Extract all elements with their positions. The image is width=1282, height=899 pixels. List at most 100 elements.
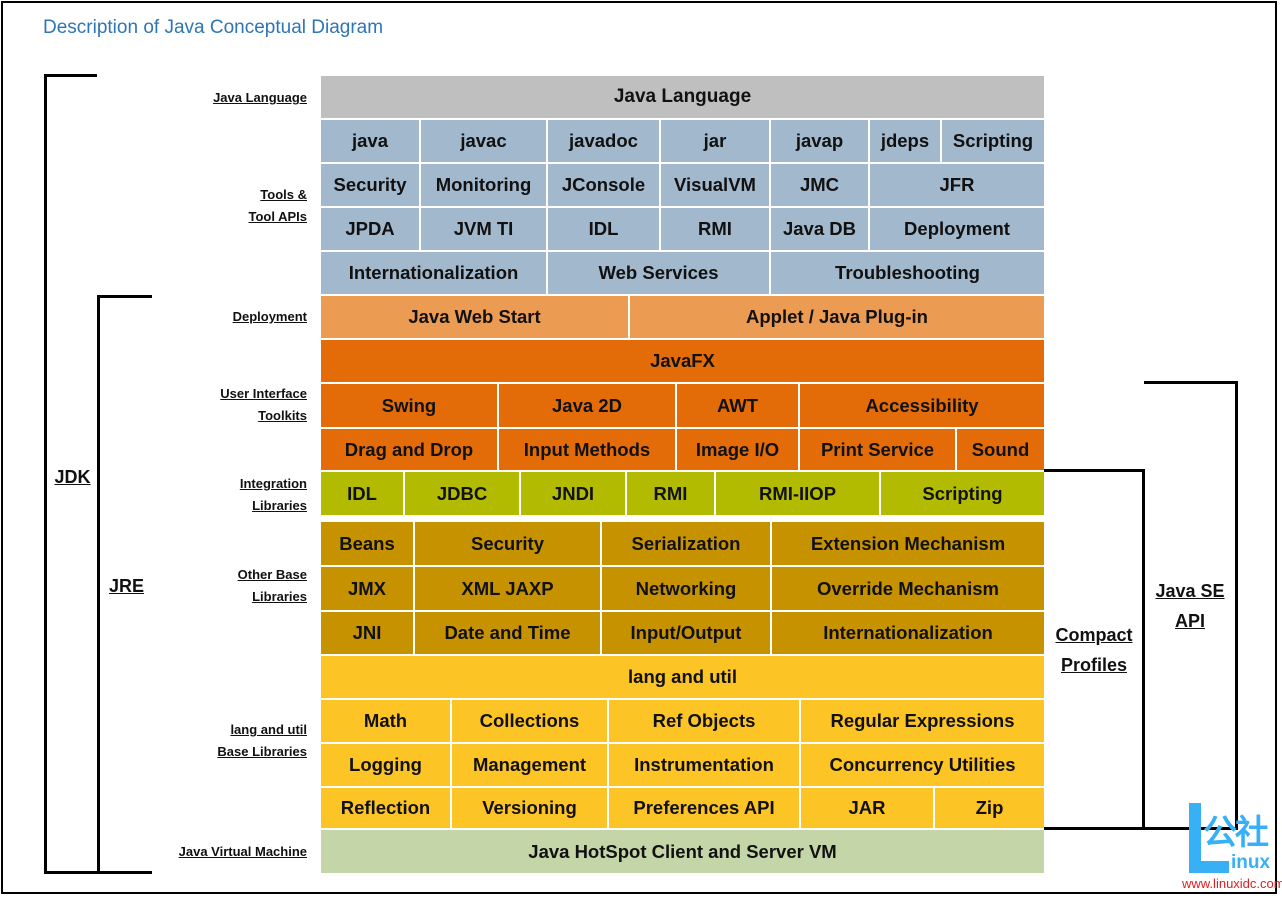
label-integration: Integration Libraries: [239, 476, 307, 513]
cell: Deployment: [868, 208, 1044, 250]
compact-profiles-label: Compact Profiles: [1055, 625, 1133, 675]
cell: Java Web Start: [321, 296, 628, 338]
watermark-url: www.linuxidc.com: [1182, 876, 1282, 891]
row-jvm: Java HotSpot Client and Server VM: [321, 830, 1044, 873]
cell: RMI: [659, 208, 769, 250]
cell: Applet / Java Plug-in: [628, 296, 1044, 338]
jdk-bracket-top: [44, 74, 97, 77]
cell: AWT: [675, 384, 798, 427]
row-lang-util: lang and util: [321, 656, 1044, 698]
label-ui-toolkits: User Interface Toolkits: [220, 386, 307, 423]
cell: lang and util: [321, 656, 1044, 698]
row-java-language: Java Language: [321, 76, 1044, 118]
cell: Swing: [321, 384, 497, 427]
row-lang-util-3: Reflection Versioning Preferences API JA…: [321, 788, 1044, 828]
watermark-inux: inux: [1231, 852, 1271, 873]
label-deployment: Deployment: [232, 309, 307, 324]
cell: VisualVM: [659, 164, 769, 206]
cell: IDL: [546, 208, 659, 250]
cell: Security: [413, 522, 600, 565]
jdk-label: JDK: [54, 467, 91, 487]
watermark-chinese: 公社: [1203, 813, 1269, 853]
row-tools-4: Internationalization Web Services Troubl…: [321, 252, 1044, 294]
cell: Date and Time: [413, 612, 600, 654]
java-se-api-label: Java SE API: [1155, 581, 1225, 631]
cell: Versioning: [450, 788, 607, 828]
cell: Input/Output: [600, 612, 770, 654]
cell: JVM TI: [419, 208, 546, 250]
cell: java: [321, 120, 419, 162]
row-lang-util-2: Logging Management Instrumentation Concu…: [321, 744, 1044, 786]
row-tools-1: java javac javadoc jar javap jdeps Scrip…: [321, 120, 1044, 162]
cell: javadoc: [546, 120, 659, 162]
cell: XML JAXP: [413, 567, 600, 610]
label-other-base: Other Base Libraries: [237, 567, 307, 604]
cell: jar: [659, 120, 769, 162]
cell: Sound: [955, 429, 1044, 470]
cell: Extension Mechanism: [770, 522, 1044, 565]
javase-bracket-top: [1144, 381, 1237, 384]
row-other-base-2: JMX XML JAXP Networking Override Mechani…: [321, 567, 1044, 610]
label-lang-util: lang and util Base Libraries: [217, 722, 307, 759]
cell: Java 2D: [497, 384, 675, 427]
jdk-bracket-line: [44, 74, 47, 874]
javase-bracket-line: [1235, 381, 1238, 830]
row-tools-2: Security Monitoring JConsole VisualVM JM…: [321, 164, 1044, 206]
cell: JNDI: [519, 472, 625, 515]
cell: JConsole: [546, 164, 659, 206]
cell: Web Services: [546, 252, 769, 294]
cell: Input Methods: [497, 429, 675, 470]
row-lang-util-1: Math Collections Ref Objects Regular Exp…: [321, 700, 1044, 742]
cell: Reflection: [321, 788, 450, 828]
cell: IDL: [321, 472, 403, 515]
cell: Ref Objects: [607, 700, 799, 742]
cell: JavaFX: [321, 340, 1044, 382]
cell: Management: [450, 744, 607, 786]
cell: javap: [769, 120, 868, 162]
cell: JDBC: [403, 472, 519, 515]
label-java-language: Java Language: [213, 90, 307, 105]
cell: RMI: [625, 472, 714, 515]
row-other-base-3: JNI Date and Time Input/Output Internati…: [321, 612, 1044, 654]
cell: Zip: [933, 788, 1044, 828]
jre-label: JRE: [108, 576, 144, 596]
row-integration: IDL JDBC JNDI RMI RMI-IIOP Scripting: [321, 472, 1044, 515]
cell: Java Language: [321, 76, 1044, 118]
cell: Internationalization: [321, 252, 546, 294]
cell: jdeps: [868, 120, 940, 162]
cell: Image I/O: [675, 429, 798, 470]
label-jvm: Java Virtual Machine: [178, 844, 307, 859]
cell: JAR: [799, 788, 933, 828]
cell: Internationalization: [770, 612, 1044, 654]
row-other-base-1: Beans Security Serialization Extension M…: [321, 522, 1044, 565]
compact-bracket-line: [1142, 469, 1145, 830]
cell: JPDA: [321, 208, 419, 250]
diagram-title: Description of Java Conceptual Diagram: [43, 17, 384, 38]
compact-bracket-top: [1044, 469, 1144, 472]
cell: Serialization: [600, 522, 770, 565]
cell: Instrumentation: [607, 744, 799, 786]
row-ui-1: Swing Java 2D AWT Accessibility: [321, 384, 1044, 427]
cell: Print Service: [798, 429, 955, 470]
cell: Security: [321, 164, 419, 206]
watermark-logo-l-base: [1189, 861, 1229, 873]
jre-bracket-line: [97, 295, 100, 874]
cell: JMC: [769, 164, 868, 206]
cell: Monitoring: [419, 164, 546, 206]
cell: Preferences API: [607, 788, 799, 828]
row-javafx: JavaFX: [321, 340, 1044, 382]
cell: Java DB: [769, 208, 868, 250]
cell: Networking: [600, 567, 770, 610]
label-tools: Tools & Tool APIs: [248, 187, 308, 224]
cell: Beans: [321, 522, 413, 565]
cell: Scripting: [940, 120, 1044, 162]
cell: Math: [321, 700, 450, 742]
cell: Drag and Drop: [321, 429, 497, 470]
row-ui-2: Drag and Drop Input Methods Image I/O Pr…: [321, 429, 1044, 470]
cell: Accessibility: [798, 384, 1044, 427]
cell: Logging: [321, 744, 450, 786]
cell: Java HotSpot Client and Server VM: [321, 830, 1044, 873]
cell: RMI-IIOP: [714, 472, 879, 515]
cell: Collections: [450, 700, 607, 742]
cell: JMX: [321, 567, 413, 610]
